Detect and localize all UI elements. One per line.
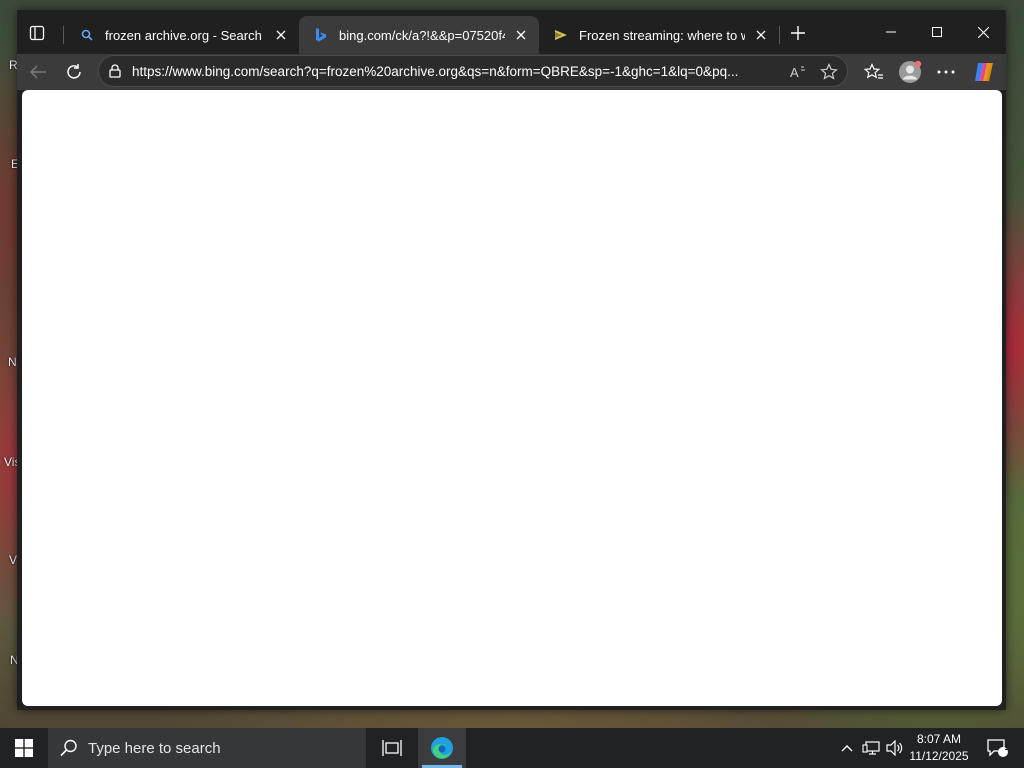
maximize-button[interactable] — [914, 18, 960, 46]
bing-icon — [313, 27, 329, 43]
close-icon — [977, 26, 989, 38]
copilot-button[interactable] — [970, 58, 998, 86]
task-view-icon — [382, 740, 402, 756]
chevron-up-icon — [841, 745, 853, 752]
maximize-icon — [932, 27, 942, 37]
network-button[interactable] — [861, 738, 881, 758]
tab-title: frozen archive.org - Search — [105, 27, 262, 43]
copilot-icon — [975, 63, 993, 81]
speaker-icon — [886, 740, 903, 756]
address-bar[interactable]: https://www.bing.com/search?q=frozen%20a… — [98, 55, 848, 87]
tab-bing-redirect[interactable]: bing.com/ck/a?!&&p=07520f4da — [299, 16, 539, 54]
search-icon — [79, 27, 95, 43]
taskbar: Type here to search 8:07 AM 11/12/2025 1 — [0, 728, 1024, 768]
notification-count: 1 — [1004, 742, 1010, 753]
notifications-button[interactable]: 1 — [978, 728, 1018, 768]
profile-button[interactable] — [896, 58, 924, 86]
refresh-icon — [67, 64, 81, 79]
tab-actions-button[interactable] — [25, 22, 49, 44]
svg-text:A: A — [790, 65, 799, 80]
tab-title: bing.com/ck/a?!&&p=07520f4da — [339, 27, 505, 43]
tab-separator — [779, 26, 780, 44]
tab-strip: frozen archive.org - Search bing.com/ck/… — [17, 10, 1006, 54]
favorites-icon — [864, 63, 883, 79]
arrow-left-icon — [29, 65, 46, 79]
tab-actions-icon — [29, 25, 45, 41]
new-tab-button[interactable] — [787, 22, 809, 44]
taskbar-edge-button[interactable] — [418, 728, 466, 768]
back-button[interactable] — [24, 58, 52, 86]
tab-separator — [63, 26, 64, 44]
close-tab-icon[interactable] — [753, 27, 769, 43]
start-button[interactable] — [0, 728, 48, 768]
page-content[interactable] — [22, 90, 1002, 706]
search-placeholder: Type here to search — [88, 739, 221, 757]
clock-date: 11/12/2025 — [909, 749, 969, 763]
network-icon — [862, 741, 880, 755]
show-hidden-icons-button[interactable] — [837, 738, 857, 758]
url-text[interactable]: https://www.bing.com/search?q=frozen%20a… — [132, 64, 782, 79]
refresh-button[interactable] — [60, 58, 88, 86]
clock-time: 8:07 AM — [916, 732, 962, 746]
justwatch-icon — [553, 27, 569, 43]
tab-title: Frozen streaming: where to watch — [579, 27, 745, 43]
system-clock[interactable]: 8:07 AM 11/12/2025 — [905, 731, 973, 765]
lock-icon[interactable] — [107, 63, 123, 79]
taskbar-search-box[interactable]: Type here to search — [48, 728, 366, 768]
minimize-button[interactable] — [868, 18, 914, 46]
tab-frozen-search[interactable]: frozen archive.org - Search — [65, 16, 299, 54]
star-icon[interactable] — [819, 62, 839, 82]
minimize-icon — [886, 31, 896, 33]
close-tab-icon[interactable] — [273, 27, 289, 43]
more-options-button[interactable] — [932, 58, 960, 86]
volume-button[interactable] — [885, 738, 905, 758]
search-icon — [60, 739, 77, 757]
close-tab-icon[interactable] — [513, 27, 529, 43]
favorites-button[interactable] — [860, 58, 888, 86]
task-view-button[interactable] — [368, 728, 416, 768]
avatar — [899, 60, 922, 83]
windows-icon — [15, 739, 33, 757]
more-icon — [937, 70, 955, 74]
browser-toolbar: https://www.bing.com/search?q=frozen%20a… — [17, 54, 1006, 90]
browser-window: frozen archive.org - Search bing.com/ck/… — [17, 10, 1006, 710]
desktop-icon-label[interactable]: V — [9, 553, 17, 567]
desktop-icon-label[interactable]: N — [8, 355, 17, 369]
edge-icon — [431, 737, 453, 759]
tab-frozen-streaming[interactable]: Frozen streaming: where to watch — [539, 16, 779, 54]
close-window-button[interactable] — [960, 18, 1006, 46]
read-aloud-icon[interactable]: A — [789, 62, 809, 82]
plus-icon — [791, 26, 805, 40]
